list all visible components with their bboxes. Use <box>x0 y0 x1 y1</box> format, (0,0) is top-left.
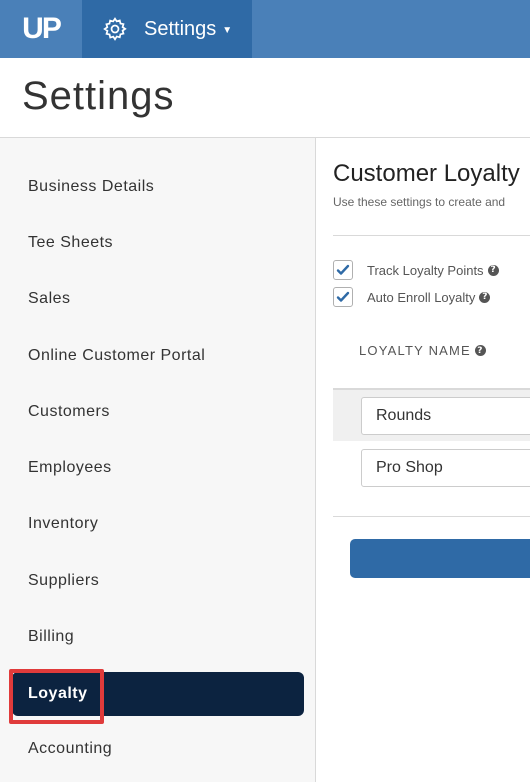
track-loyalty-points-label: Track Loyalty Points <box>367 262 484 278</box>
sidebar-item-accounting[interactable]: Accounting <box>12 727 304 771</box>
loyalty-name-input-pro-shop[interactable] <box>361 449 530 487</box>
section-description: Use these settings to create and <box>333 195 506 209</box>
sidebar-item-billing[interactable]: Billing <box>12 615 304 659</box>
settings-menu-button[interactable]: Settings ▼ <box>82 0 252 58</box>
loyalty-settings-panel: Customer Loyalty Use these settings to c… <box>317 138 530 782</box>
top-navigation-bar: UP Settings ▼ <box>0 0 530 58</box>
sidebar-item-loyalty[interactable]: Loyalty <box>12 672 304 716</box>
app-logo[interactable]: UP <box>0 0 82 58</box>
section-title: Customer Loyalty <box>333 160 520 187</box>
logo-text: UP <box>22 12 62 45</box>
checkmark-icon <box>336 264 350 275</box>
checkmark-icon <box>336 291 350 302</box>
column-header-label: LOYALTY NAME <box>359 343 471 358</box>
sidebar-item-business-details[interactable]: Business Details <box>12 165 304 209</box>
page-header: Settings <box>0 58 530 138</box>
auto-enroll-loyalty-option: Auto Enroll Loyalty ? <box>333 287 491 307</box>
page-title: Settings <box>22 74 175 118</box>
primary-action-button[interactable] <box>350 539 530 578</box>
auto-enroll-loyalty-checkbox[interactable] <box>333 287 353 307</box>
sidebar-item-sales[interactable]: Sales <box>12 277 304 321</box>
sidebar-item-suppliers[interactable]: Suppliers <box>12 559 304 603</box>
help-icon[interactable]: ? <box>487 264 499 276</box>
divider <box>333 235 530 236</box>
loyalty-name-column-header: LOYALTY NAME ? <box>359 343 486 358</box>
auto-enroll-loyalty-label: Auto Enroll Loyalty <box>367 289 476 305</box>
track-loyalty-points-checkbox[interactable] <box>333 260 353 280</box>
settings-sidebar: Business Details Tee Sheets Sales Online… <box>0 138 316 782</box>
caret-down-icon: ▼ <box>222 24 233 36</box>
gear-icon <box>103 17 127 41</box>
track-loyalty-points-option: Track Loyalty Points ? <box>333 260 499 280</box>
help-icon[interactable]: ? <box>479 291 491 303</box>
divider <box>333 516 530 517</box>
sidebar-item-online-customer-portal[interactable]: Online Customer Portal <box>12 334 304 378</box>
loyalty-name-input-rounds[interactable] <box>361 397 530 435</box>
sidebar-item-employees[interactable]: Employees <box>12 446 304 490</box>
settings-menu-label: Settings <box>144 17 217 40</box>
sidebar-item-tee-sheets[interactable]: Tee Sheets <box>12 221 304 265</box>
sidebar-item-inventory[interactable]: Inventory <box>12 502 304 546</box>
sidebar-item-customers[interactable]: Customers <box>12 390 304 434</box>
help-icon[interactable]: ? <box>474 345 486 356</box>
